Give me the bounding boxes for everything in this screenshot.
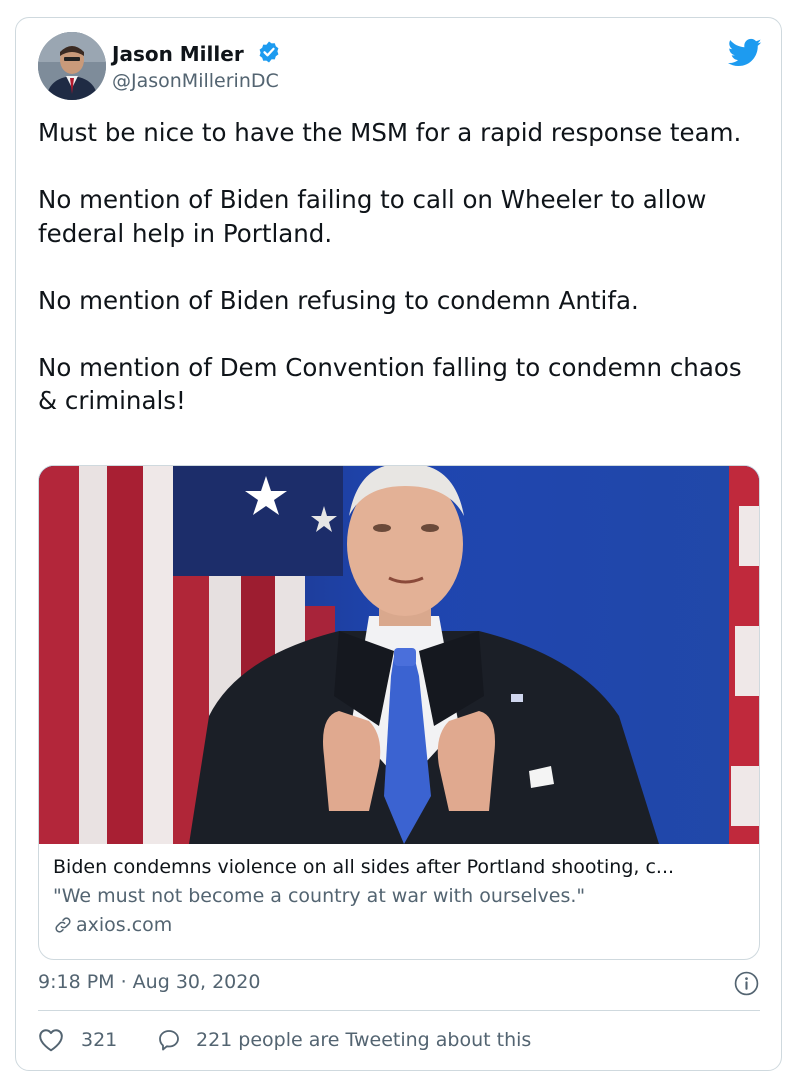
- twitter-bird-icon[interactable]: [728, 38, 762, 68]
- divider: [38, 1010, 760, 1011]
- author-handle[interactable]: @JasonMillerinDC: [112, 70, 279, 92]
- link-description: "We must not become a country at war wit…: [53, 885, 586, 907]
- reply-count-label: 221 people are Tweeting about this: [196, 1029, 532, 1051]
- heart-icon: [39, 1029, 63, 1052]
- info-icon[interactable]: [734, 971, 759, 996]
- link-icon: [55, 917, 71, 933]
- link-title[interactable]: Biden condemns violence on all sides aft…: [53, 856, 753, 878]
- tweet-card: Jason Miller @JasonMillerinDC Must be ni…: [15, 17, 782, 1071]
- avatar[interactable]: [38, 32, 106, 100]
- speech-bubble-icon: [159, 1030, 179, 1051]
- link-domain[interactable]: axios.com: [53, 914, 172, 936]
- link-domain-label: axios.com: [76, 914, 173, 936]
- verified-badge-icon: [259, 41, 279, 63]
- link-preview-image: [39, 466, 759, 844]
- like-count: 321: [81, 1029, 118, 1051]
- author-name[interactable]: Jason Miller: [112, 42, 244, 66]
- like-button[interactable]: 321: [38, 1028, 117, 1052]
- tweet-text: Must be nice to have the MSM for a rapid…: [38, 118, 742, 415]
- tweet-timestamp[interactable]: 9:18 PM · Aug 30, 2020: [38, 971, 260, 993]
- link-preview-card[interactable]: Biden condemns violence on all sides aft…: [38, 465, 760, 960]
- reply-button[interactable]: 221 people are Tweeting about this: [157, 1028, 531, 1052]
